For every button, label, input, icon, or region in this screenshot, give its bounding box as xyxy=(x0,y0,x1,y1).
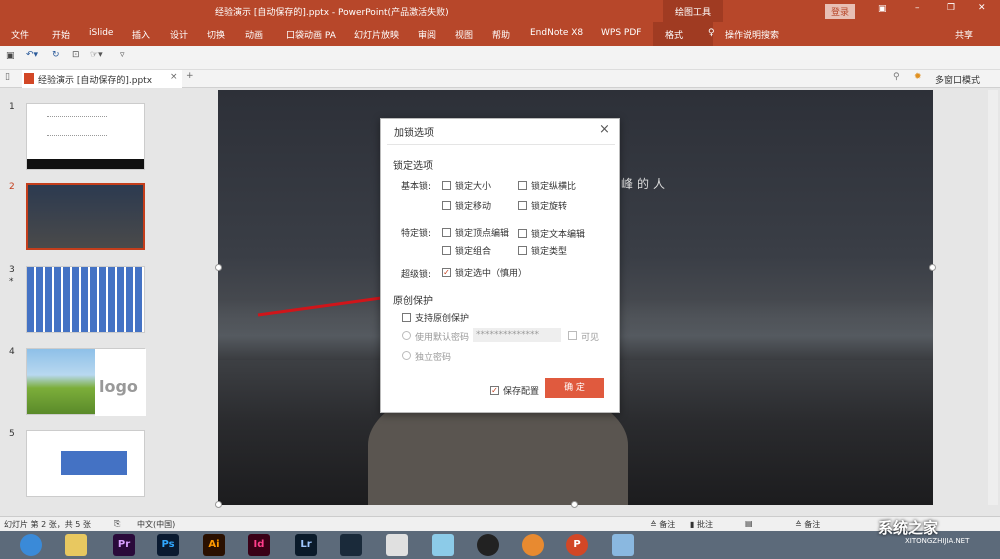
save-config-checkbox[interactable]: ✓ xyxy=(490,386,499,395)
specific-lock-label: 特定锁: xyxy=(401,229,432,239)
lock-move-checkbox[interactable] xyxy=(442,201,451,210)
lock-aspect-checkbox[interactable] xyxy=(518,181,527,190)
lock-rotate-checkbox[interactable] xyxy=(518,201,527,210)
spellcheck-icon[interactable]: ⎘ xyxy=(114,519,120,529)
basic-lock-label: 基本锁: xyxy=(401,182,432,192)
default-password-radio[interactable] xyxy=(402,331,411,340)
watermark-logo: 系统之家 xyxy=(878,517,938,538)
dialog-title: 加锁选项 xyxy=(394,128,434,139)
support-protection-label: 支持原创保护 xyxy=(415,314,470,324)
section-lock-options: 锁定选项 xyxy=(393,161,433,172)
lock-type-label: 锁定类型 xyxy=(531,247,568,257)
normal-view-icon[interactable]: ▤ xyxy=(745,519,753,528)
notes-button[interactable]: ≙ 备注 xyxy=(650,519,675,530)
comments-label: 批注 xyxy=(696,520,713,529)
support-protection-checkbox[interactable] xyxy=(402,313,411,322)
close-dialog-icon[interactable]: × xyxy=(599,122,610,137)
lock-group-checkbox[interactable] xyxy=(442,246,451,255)
powerpoint-icon[interactable]: P xyxy=(566,534,588,556)
browser-icon[interactable] xyxy=(20,534,42,556)
file-explorer-icon[interactable] xyxy=(65,534,87,556)
lock-size-label: 锁定大小 xyxy=(455,182,492,192)
lock-aspect-label: 锁定纵横比 xyxy=(531,182,577,192)
visible-label: 可见 xyxy=(581,333,600,343)
illustrator-icon[interactable]: Ai xyxy=(203,534,225,556)
notepad-icon[interactable] xyxy=(612,534,634,556)
lock-rotate-label: 锁定旋转 xyxy=(531,202,568,212)
own-password-radio[interactable] xyxy=(402,351,411,360)
lightroom-icon[interactable]: Lr xyxy=(295,534,317,556)
lock-vertex-label: 锁定顶点编辑 xyxy=(455,229,510,239)
taskbar: Pr Ps Ai Id Lr P 系统之家 XITONGZHIJIA.NET xyxy=(0,519,1000,559)
comments-button[interactable]: ▮ 批注 xyxy=(690,519,713,530)
notes-label: 备注 xyxy=(804,520,821,529)
video-editor-icon[interactable] xyxy=(340,534,362,556)
lock-selected-checkbox[interactable]: ✓ xyxy=(442,268,451,277)
password-field[interactable]: ************** xyxy=(473,328,561,342)
xmind-icon[interactable] xyxy=(386,534,408,556)
notes-label: 备注 xyxy=(659,520,676,529)
default-password-label: 使用默认密码 xyxy=(415,333,470,343)
lock-text-label: 锁定文本编辑 xyxy=(531,230,586,240)
watermark-text: 系统之家 xyxy=(878,519,939,537)
language[interactable]: 中文(中国) xyxy=(137,519,175,530)
notes-button-2[interactable]: ≙ 备注 xyxy=(795,519,820,530)
lock-selected-label: 锁定选中（慎用） xyxy=(455,269,528,279)
lock-vertex-checkbox[interactable] xyxy=(442,228,451,237)
lock-text-checkbox[interactable] xyxy=(518,229,527,238)
super-lock-label: 超级锁: xyxy=(401,270,432,280)
lock-options-dialog: 加锁选项 × 锁定选项 基本锁: 锁定大小 锁定纵横比 锁定移动 锁定旋转 特定… xyxy=(380,118,620,413)
watermark-url: XITONGZHIJIA.NET xyxy=(905,537,970,545)
app-icon-orange[interactable] xyxy=(522,534,544,556)
own-password-label: 独立密码 xyxy=(415,353,452,363)
status-bar: 幻灯片 第 2 张，共 5 张 ⎘ 中文(中国) ≙ 备注 ▮ 批注 ▤ ≙ 备… xyxy=(0,516,1000,531)
app-icon[interactable] xyxy=(432,534,454,556)
visible-checkbox[interactable] xyxy=(568,331,577,340)
slide-info: 幻灯片 第 2 张，共 5 张 xyxy=(4,520,91,529)
premiere-icon[interactable]: Pr xyxy=(113,534,135,556)
lock-group-label: 锁定组合 xyxy=(455,247,492,257)
section-original-protection: 原创保护 xyxy=(393,296,433,307)
lock-type-checkbox[interactable] xyxy=(518,246,527,255)
photoshop-icon[interactable]: Ps xyxy=(157,534,179,556)
save-config-label: 保存配置 xyxy=(503,387,540,397)
ok-button[interactable]: 确 定 xyxy=(545,378,604,398)
lock-move-label: 锁定移动 xyxy=(455,202,492,212)
qq-icon[interactable] xyxy=(477,534,499,556)
indesign-icon[interactable]: Id xyxy=(248,534,270,556)
lock-size-checkbox[interactable] xyxy=(442,181,451,190)
